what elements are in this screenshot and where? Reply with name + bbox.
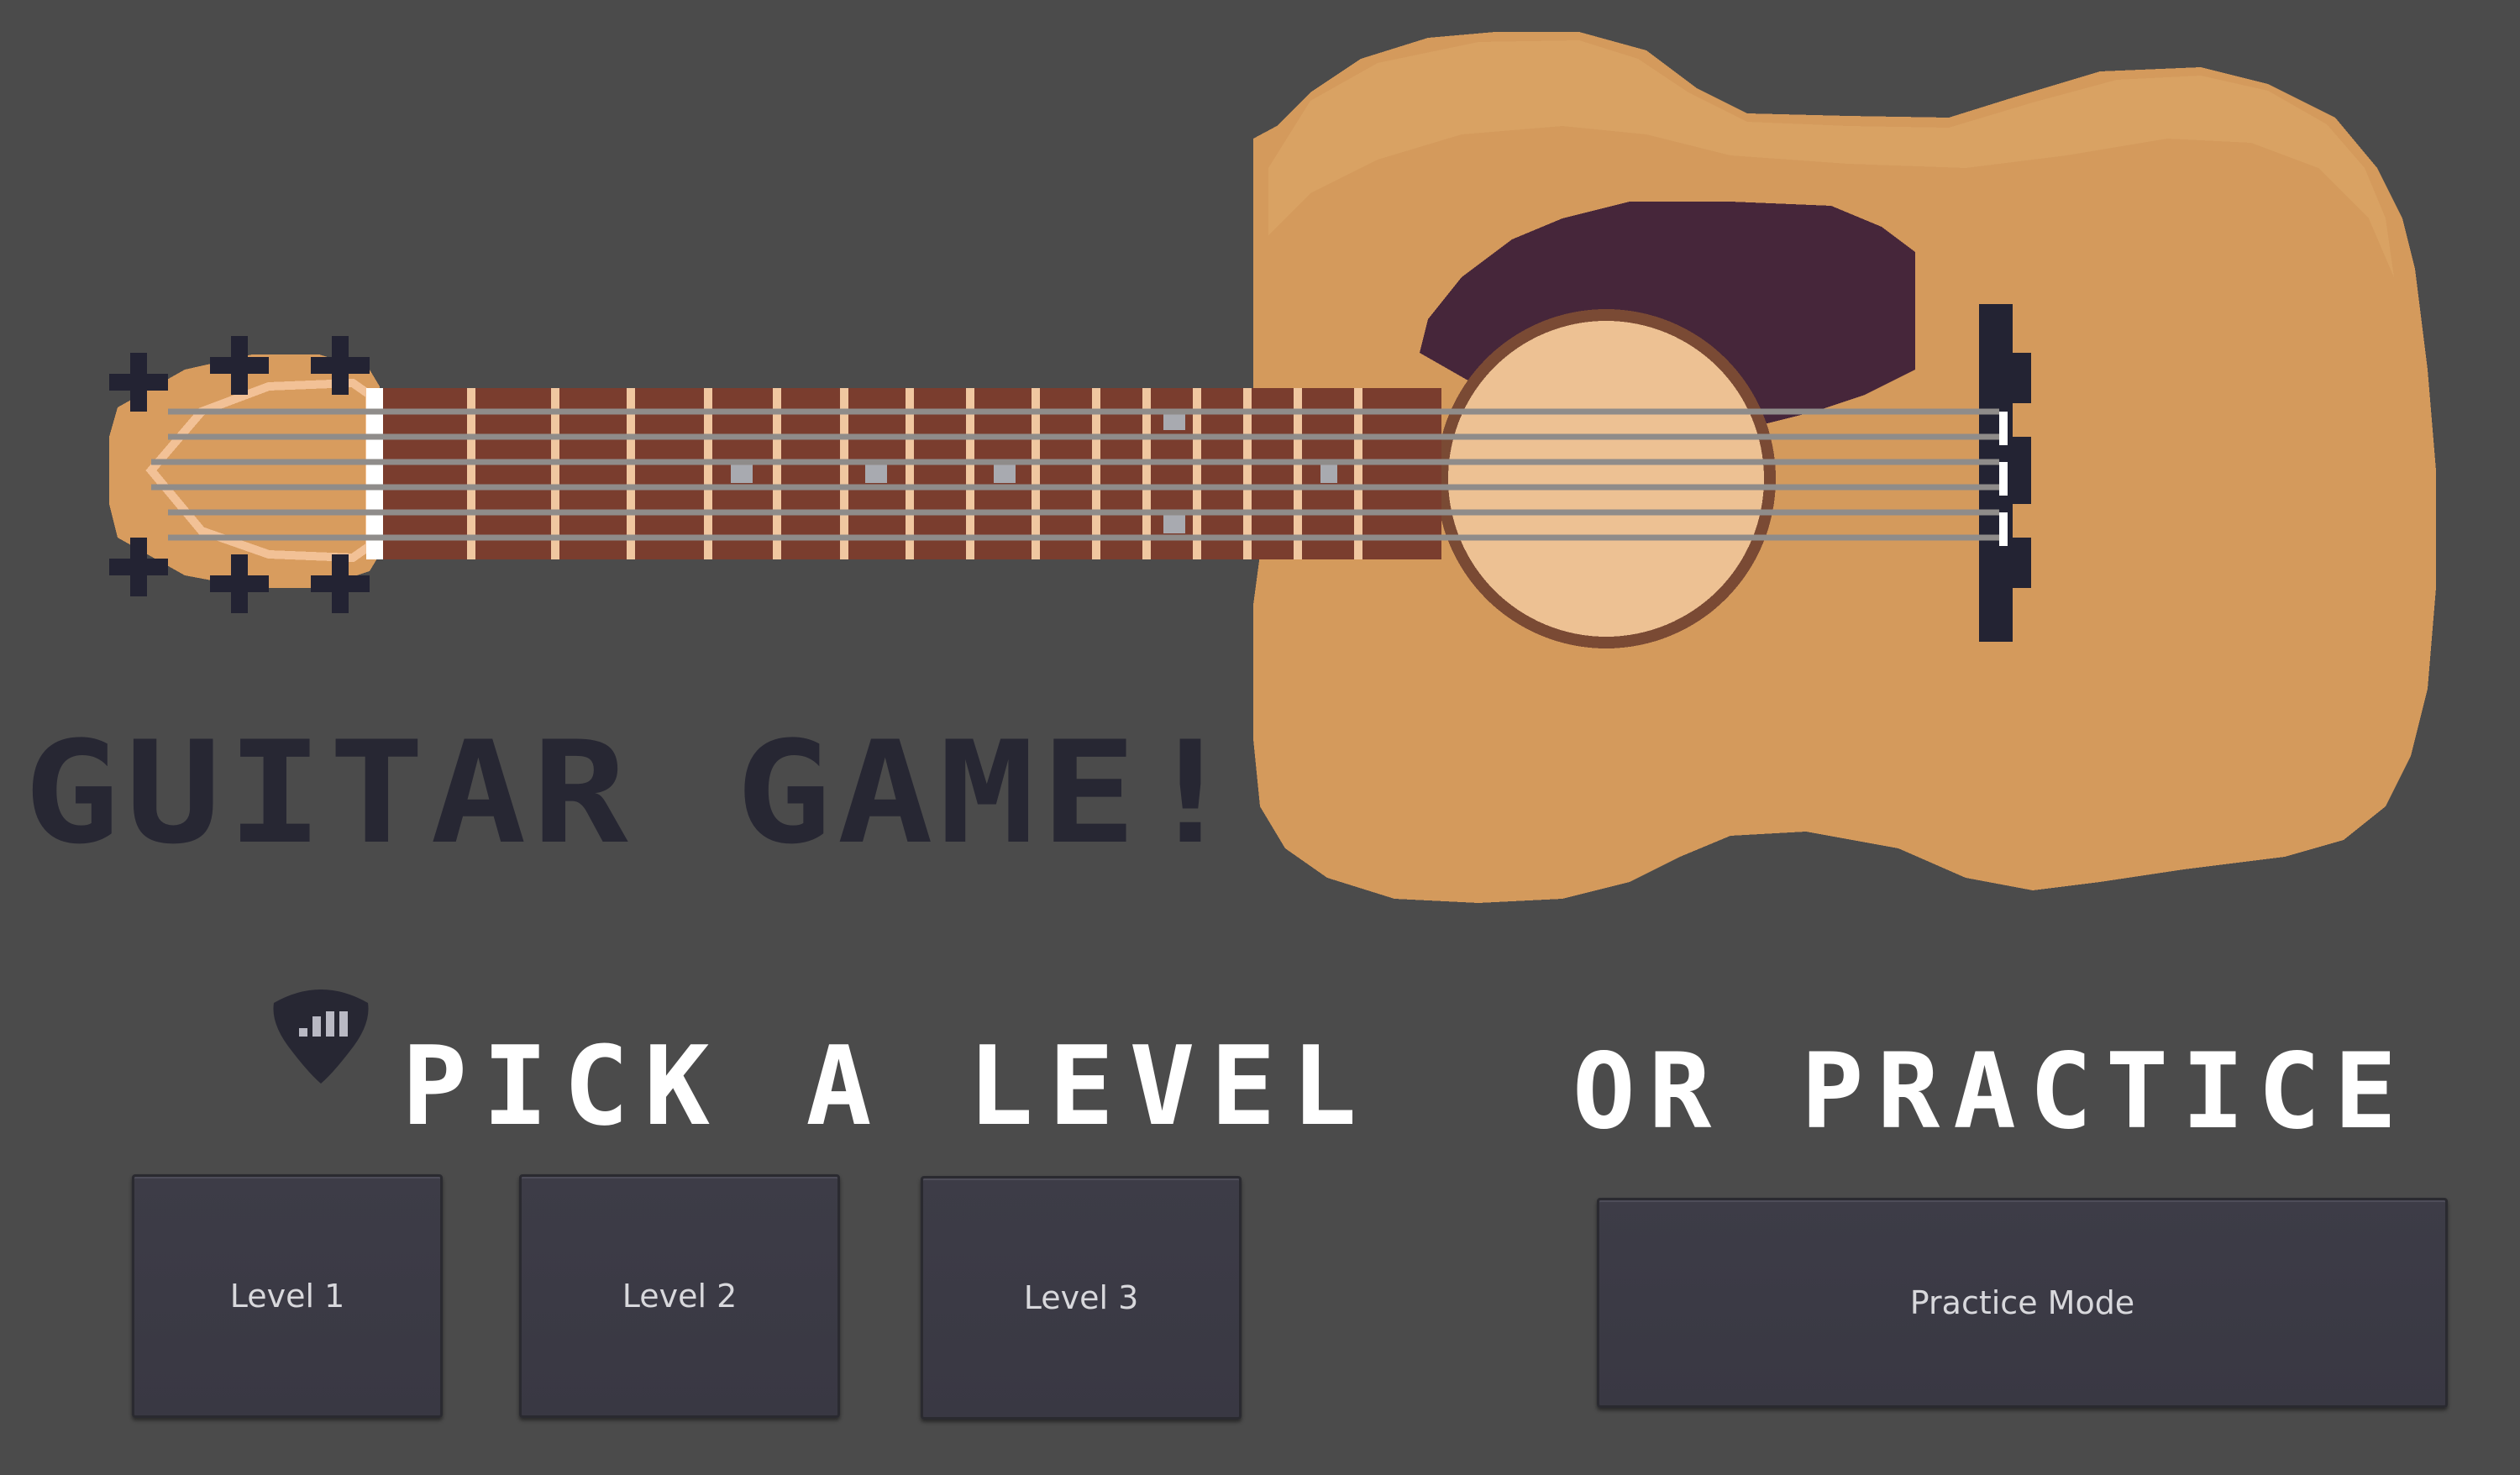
game-title: GUITAR GAME! bbox=[24, 711, 1244, 875]
bridge-pins bbox=[1999, 412, 2008, 546]
soundhole bbox=[1448, 321, 1764, 637]
title-screen: GUITAR GAME! PICK A LEVEL OR PRACTICE Le… bbox=[0, 0, 2520, 1475]
guitar-pick-signal-icon bbox=[273, 989, 369, 1084]
pick-level-heading: PICK A LEVEL bbox=[402, 1022, 1373, 1150]
level-3-label: Level 3 bbox=[1023, 1279, 1139, 1316]
level-2-label: Level 2 bbox=[622, 1278, 738, 1315]
level-3-button[interactable]: Level 3 bbox=[921, 1176, 1242, 1420]
level-2-button[interactable]: Level 2 bbox=[519, 1174, 840, 1418]
level-1-button[interactable]: Level 1 bbox=[132, 1174, 443, 1418]
level-1-label: Level 1 bbox=[229, 1278, 345, 1315]
practice-heading: OR PRACTICE bbox=[1572, 1031, 2411, 1152]
practice-mode-label: Practice Mode bbox=[1909, 1284, 2135, 1321]
practice-mode-button[interactable]: Practice Mode bbox=[1597, 1198, 2448, 1408]
